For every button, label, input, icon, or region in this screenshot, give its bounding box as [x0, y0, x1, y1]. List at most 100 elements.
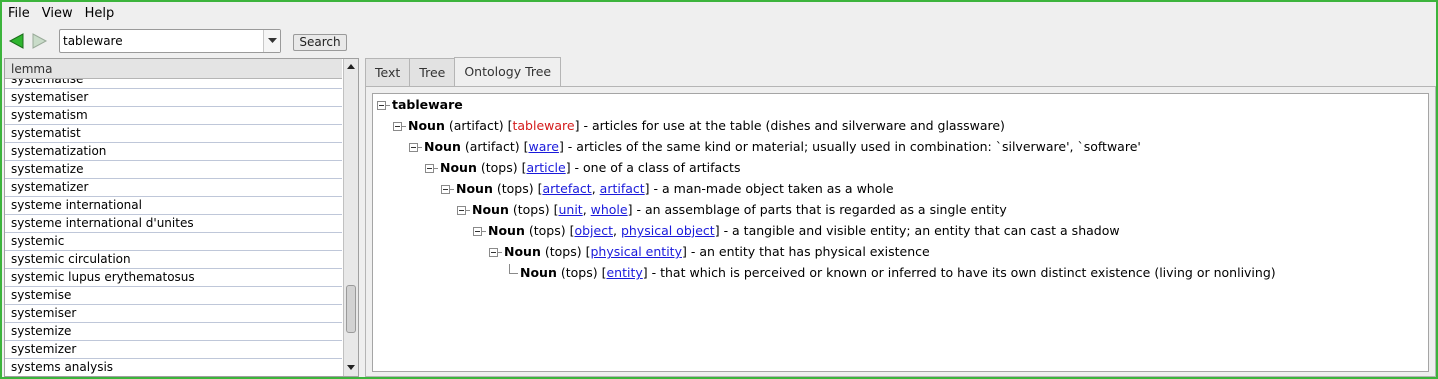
- tree-leaf-connector: [509, 264, 518, 274]
- tree-root[interactable]: tableware: [377, 94, 463, 115]
- lexical-category: (tops): [480, 160, 518, 175]
- menu-view[interactable]: View: [36, 2, 79, 26]
- list-item[interactable]: systematist: [5, 125, 342, 143]
- list-item[interactable]: systematizer: [5, 179, 342, 197]
- scroll-down-icon[interactable]: [344, 361, 358, 375]
- word-link[interactable]: article: [526, 160, 565, 175]
- list-header-lemma[interactable]: lemma: [5, 59, 342, 79]
- list-item[interactable]: systematize: [5, 161, 342, 179]
- tab-ontology-tree[interactable]: Ontology Tree: [454, 57, 562, 87]
- menu-bar: File View Help: [2, 2, 1436, 26]
- lemma-rows: systematise systematiser systematism system…: [5, 79, 342, 376]
- search-button[interactable]: Search: [293, 34, 347, 51]
- word-link[interactable]: ware: [528, 139, 558, 154]
- back-arrow-icon[interactable]: [8, 32, 26, 50]
- tree-node[interactable]: Noun (tops) [physical entity] - an entit…: [489, 241, 930, 262]
- tab-tree[interactable]: Tree: [409, 58, 456, 86]
- part-of-speech: Noun: [408, 118, 445, 133]
- vertical-scrollbar[interactable]: [343, 59, 358, 376]
- collapse-icon[interactable]: [473, 227, 482, 236]
- list-item[interactable]: systematism: [5, 107, 342, 125]
- current-word: tableware: [512, 118, 575, 133]
- part-of-speech: Noun: [440, 160, 477, 175]
- tab-bar: Text Tree Ontology Tree: [365, 57, 562, 87]
- part-of-speech: Noun: [504, 244, 541, 259]
- lexical-category: (tops): [528, 223, 566, 238]
- lexical-category: (tops): [496, 181, 534, 196]
- tree-connector: [482, 231, 486, 232]
- part-of-speech: Noun: [488, 223, 525, 238]
- tree-connector: [402, 126, 406, 127]
- tree-node[interactable]: Noun (tops) [entity] - that which is per…: [505, 262, 1276, 283]
- list-item[interactable]: systematise: [5, 79, 342, 89]
- list-item[interactable]: systeme international: [5, 197, 342, 215]
- tree-node[interactable]: Noun (artifact) [tableware] - articles f…: [393, 115, 1005, 136]
- tree-connector: [450, 189, 454, 190]
- tree-root-label: tableware: [392, 97, 463, 112]
- lexical-category: (artifact): [448, 118, 504, 133]
- gloss: - an assemblage of parts that is regarde…: [632, 202, 1007, 217]
- word-link[interactable]: entity: [606, 265, 642, 280]
- tree-connector: [434, 168, 438, 169]
- list-item[interactable]: systeme international d'unites: [5, 215, 342, 233]
- collapse-icon[interactable]: [457, 206, 466, 215]
- gloss: - one of a class of artifacts: [570, 160, 741, 175]
- word-link[interactable]: physical entity: [590, 244, 682, 259]
- word-link[interactable]: artefact: [542, 181, 591, 196]
- word-link[interactable]: whole: [591, 202, 628, 217]
- list-item[interactable]: systemiser: [5, 305, 342, 323]
- forward-arrow-icon[interactable]: [30, 32, 48, 50]
- gloss: - articles of the same kind or material;…: [563, 139, 1141, 154]
- collapse-icon[interactable]: [441, 185, 450, 194]
- chevron-down-icon[interactable]: [263, 30, 280, 52]
- collapse-icon[interactable]: [489, 248, 498, 257]
- tree-node[interactable]: Noun (tops) [object, physical object] - …: [473, 220, 1120, 241]
- part-of-speech: Noun: [456, 181, 493, 196]
- part-of-speech: Noun: [472, 202, 509, 217]
- list-item[interactable]: systematization: [5, 143, 342, 161]
- search-combobox[interactable]: [59, 29, 281, 53]
- menu-file[interactable]: File: [2, 2, 36, 26]
- search-input[interactable]: [60, 30, 264, 52]
- lexical-category: (tops): [544, 244, 582, 259]
- tree-node[interactable]: Noun (artifact) [ware] - articles of the…: [409, 136, 1141, 157]
- gloss: - articles for use at the table (dishes …: [579, 118, 1005, 133]
- app-window: File View Help Search lemma systematises…: [0, 0, 1438, 379]
- lexical-category: (artifact): [464, 139, 520, 154]
- tab-text[interactable]: Text: [365, 58, 411, 86]
- lexical-category: (tops): [512, 202, 550, 217]
- lexical-category: (tops): [560, 265, 598, 280]
- tree-node[interactable]: Noun (tops) [artefact, artifact] - a man…: [441, 178, 894, 199]
- list-item[interactable]: systematiser: [5, 89, 342, 107]
- tree-connector: [418, 147, 422, 148]
- list-item[interactable]: systemic: [5, 233, 342, 251]
- list-item[interactable]: systemize: [5, 323, 342, 341]
- toolbar: Search: [2, 28, 1436, 54]
- list-item[interactable]: systemizer: [5, 341, 342, 359]
- tree-node[interactable]: Noun (tops) [article] - one of a class o…: [425, 157, 740, 178]
- collapse-icon[interactable]: [409, 143, 418, 152]
- list-item[interactable]: systemise: [5, 287, 342, 305]
- list-item[interactable]: systemic circulation: [5, 251, 342, 269]
- list-item[interactable]: systems analysis: [5, 359, 342, 376]
- gloss: - an entity that has physical existence: [686, 244, 930, 259]
- collapse-icon[interactable]: [377, 101, 386, 110]
- part-of-speech: Noun: [424, 139, 461, 154]
- list-item[interactable]: systemic lupus erythematosus: [5, 269, 342, 287]
- tree-connector: [386, 105, 390, 106]
- collapse-icon[interactable]: [425, 164, 434, 173]
- gloss: - a man-made object taken as a whole: [649, 181, 894, 196]
- collapse-icon[interactable]: [393, 122, 402, 131]
- gloss: - that which is perceived or known or in…: [647, 265, 1276, 280]
- word-link[interactable]: artifact: [600, 181, 645, 196]
- word-link[interactable]: unit: [558, 202, 582, 217]
- lemma-list-panel: lemma systematise systematiser systematism…: [4, 58, 359, 377]
- word-link[interactable]: object: [574, 223, 613, 238]
- tree-connector: [466, 210, 470, 211]
- word-link[interactable]: physical object: [621, 223, 715, 238]
- menu-help[interactable]: Help: [79, 2, 121, 26]
- tree-node[interactable]: Noun (tops) [unit, whole] - an assemblag…: [457, 199, 1007, 220]
- scrollbar-thumb[interactable]: [346, 285, 356, 333]
- scroll-up-icon[interactable]: [344, 60, 358, 74]
- gloss: - a tangible and visible entity; an enti…: [719, 223, 1120, 238]
